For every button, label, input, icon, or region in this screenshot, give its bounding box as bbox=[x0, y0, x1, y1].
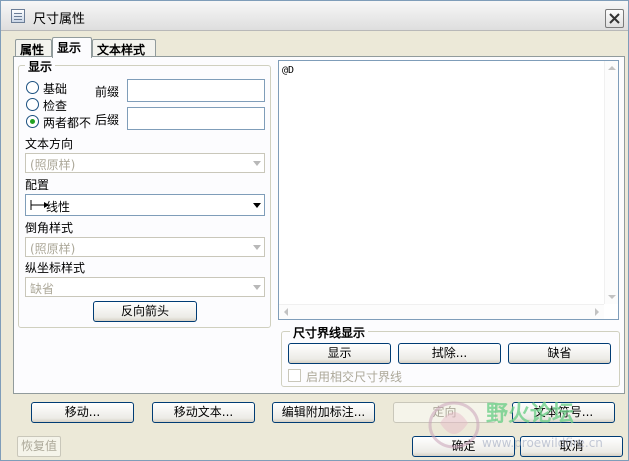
chamfer-style-label: 倒角样式 bbox=[25, 221, 74, 235]
scroll-down-icon[interactable] bbox=[608, 295, 616, 299]
move-text-button[interactable]: 移动文本... bbox=[152, 402, 255, 423]
ordinate-style-value: 缺省 bbox=[30, 282, 55, 296]
prefix-input[interactable] bbox=[127, 79, 265, 102]
radio-neither-label: 两者都不 bbox=[43, 116, 92, 130]
chamfer-style-select[interactable]: (照原样) bbox=[25, 237, 265, 257]
tab-text-style[interactable]: 文本样式 bbox=[92, 39, 156, 57]
display-group-legend: 显示 bbox=[25, 58, 56, 75]
suffix-label: 后缀 bbox=[95, 113, 120, 127]
chevron-down-icon bbox=[253, 203, 261, 208]
close-icon bbox=[609, 13, 620, 24]
window-title: 尺寸属性 bbox=[33, 12, 86, 27]
text-direction-label: 文本方向 bbox=[25, 137, 74, 151]
edit-attachment-button[interactable]: 编辑附加标注... bbox=[272, 402, 375, 423]
ordinate-style-select[interactable]: 缺省 bbox=[25, 277, 265, 297]
ordinate-style-label: 纵坐标样式 bbox=[25, 261, 86, 275]
text-direction-value: (照原样) bbox=[30, 158, 76, 172]
text-symbol-button[interactable]: 文本符号... bbox=[512, 402, 615, 423]
dialog-icon bbox=[11, 9, 25, 23]
config-label: 配置 bbox=[25, 178, 50, 192]
chevron-down-icon bbox=[253, 161, 261, 166]
intersecting-witness-label: 启用相交尺寸界线 bbox=[306, 370, 403, 384]
radio-basic[interactable] bbox=[26, 81, 39, 94]
scroll-right-icon[interactable] bbox=[595, 308, 599, 316]
dimension-properties-dialog: 尺寸属性 属性 显示 文本样式 显示 基础 检查 两者都不 前缀 后缀 文本方向… bbox=[0, 0, 629, 461]
witness-line-group-legend: 尺寸界线显示 bbox=[290, 324, 369, 341]
scroll-up-icon[interactable] bbox=[608, 66, 616, 70]
radio-inspection[interactable] bbox=[26, 98, 39, 111]
move-button[interactable]: 移动... bbox=[31, 402, 134, 423]
suffix-input[interactable] bbox=[127, 107, 265, 130]
show-button[interactable]: 显示 bbox=[288, 343, 391, 364]
tab-display[interactable]: 显示 bbox=[52, 37, 92, 58]
radio-inspection-label: 检查 bbox=[43, 99, 68, 113]
flip-arrow-button[interactable]: 反向箭头 bbox=[93, 301, 197, 322]
text-direction-select[interactable]: (照原样) bbox=[25, 153, 265, 173]
orient-button[interactable]: 定向 bbox=[393, 402, 496, 423]
close-button[interactable] bbox=[605, 9, 624, 28]
chevron-down-icon bbox=[253, 285, 261, 290]
radio-neither[interactable] bbox=[26, 115, 39, 128]
chevron-down-icon bbox=[253, 245, 261, 250]
config-value: 线性 bbox=[46, 200, 71, 214]
title-bar[interactable]: 尺寸属性 bbox=[1, 1, 628, 31]
prefix-label: 前缀 bbox=[95, 85, 120, 99]
dimension-text-area[interactable]: @D bbox=[278, 60, 619, 320]
ok-button[interactable]: 确定 bbox=[412, 436, 515, 457]
default-button[interactable]: 缺省 bbox=[508, 343, 611, 364]
restore-button[interactable]: 恢复值 bbox=[17, 436, 61, 457]
dimension-text-value: @D bbox=[282, 65, 295, 76]
radio-basic-label: 基础 bbox=[43, 82, 68, 96]
scroll-left-icon[interactable] bbox=[284, 308, 288, 316]
cancel-button[interactable]: 取消 bbox=[520, 436, 623, 457]
vertical-scrollbar[interactable] bbox=[604, 61, 618, 304]
intersecting-witness-checkbox[interactable] bbox=[288, 369, 301, 382]
config-select[interactable]: 线性 bbox=[25, 194, 265, 216]
chamfer-style-value: (照原样) bbox=[30, 242, 76, 256]
tab-properties[interactable]: 属性 bbox=[15, 39, 52, 57]
erase-button[interactable]: 拭除... bbox=[398, 343, 501, 364]
horizontal-scrollbar[interactable] bbox=[279, 304, 604, 319]
